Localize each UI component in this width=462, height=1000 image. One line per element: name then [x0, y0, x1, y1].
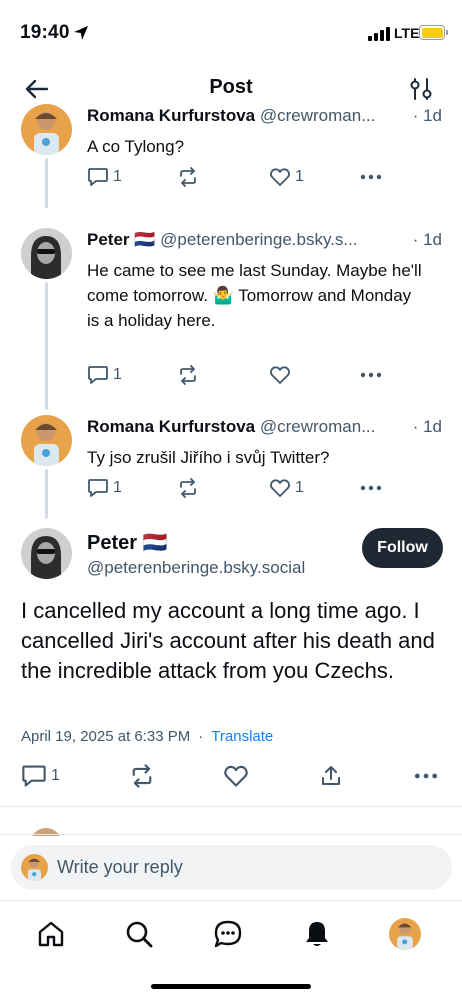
- action-row: 1 1: [87, 167, 387, 191]
- tab-bar: [0, 900, 462, 968]
- like-count: 1: [295, 168, 304, 185]
- home-icon: [38, 921, 64, 947]
- status-time: 19:40: [20, 22, 70, 43]
- repost-button[interactable]: [177, 365, 199, 385]
- reply-text: A co Tylong?: [87, 137, 185, 156]
- action-row: 1: [87, 365, 387, 389]
- reply-count: 1: [113, 366, 122, 383]
- reply-input-placeholder[interactable]: Write your reply: [57, 857, 183, 878]
- reply-count: 1: [113, 168, 122, 185]
- more-button[interactable]: [413, 764, 439, 788]
- follow-button[interactable]: Follow: [362, 528, 443, 568]
- post-meta: April 19, 2025 at 6:33 PM · Translate: [21, 728, 273, 745]
- like-count: 1: [295, 479, 304, 496]
- reply-composer[interactable]: Write your reply: [11, 845, 452, 890]
- sliders-icon[interactable]: [409, 76, 433, 102]
- avatar[interactable]: [21, 228, 72, 279]
- avatar[interactable]: [21, 104, 72, 155]
- like-button[interactable]: [223, 764, 249, 788]
- reply-button[interactable]: 1: [87, 365, 122, 385]
- avatar: [389, 918, 421, 950]
- repost-arrows-icon: [132, 764, 152, 788]
- repost-button[interactable]: [129, 764, 155, 788]
- reply-item[interactable]: Peter 🇳🇱 @peterenberinge.bsky.s... · 1d …: [0, 226, 462, 410]
- author-name[interactable]: Romana Kurfurstova: [87, 106, 255, 125]
- home-indicator: [151, 984, 311, 989]
- avatar[interactable]: [21, 528, 72, 579]
- ellipsis-icon: [360, 485, 382, 491]
- reply-count: 1: [113, 479, 122, 496]
- heart-icon: [270, 168, 290, 186]
- more-button[interactable]: [359, 167, 383, 187]
- network-type: LTE: [394, 25, 420, 41]
- post-time: · 1d: [406, 417, 442, 437]
- share-icon: [322, 766, 340, 785]
- more-button[interactable]: [359, 478, 383, 498]
- post-date: April 19, 2025 at 6:33 PM: [21, 728, 191, 745]
- reply-button[interactable]: 1: [21, 764, 60, 788]
- search-icon: [126, 921, 153, 948]
- tab-profile[interactable]: [388, 917, 422, 951]
- reply-item[interactable]: Romana Kurfurstova @crewroman... · 1d Ty…: [0, 413, 462, 523]
- author-handle[interactable]: @crewroman...: [260, 417, 376, 436]
- reply-item[interactable]: Romana Kurfurstova @crewroman... · 1d A …: [0, 102, 462, 208]
- action-row: 1 1: [87, 478, 387, 502]
- repost-arrows-icon: [180, 365, 196, 385]
- like-button[interactable]: 1: [269, 167, 304, 187]
- avatar: [21, 854, 48, 881]
- tab-search[interactable]: [122, 917, 156, 951]
- speech-bubble-icon: [22, 765, 46, 787]
- page-title: Post: [209, 76, 253, 98]
- reply-text: Ty jso zrušil Jiřího i svůj Twitter?: [87, 448, 330, 467]
- bell-icon: [306, 922, 328, 946]
- speech-bubble-icon: [88, 366, 108, 384]
- author-name[interactable]: Peter: [87, 230, 130, 249]
- like-button[interactable]: [269, 365, 291, 385]
- signal-icon: [368, 27, 390, 41]
- reply-button[interactable]: 1: [87, 478, 122, 498]
- flag-emoji: 🇳🇱: [134, 230, 156, 249]
- battery-icon: [419, 25, 445, 40]
- more-button[interactable]: [359, 365, 383, 385]
- post-time: · 1d: [406, 106, 442, 126]
- post-actions: 1: [21, 764, 441, 792]
- share-button[interactable]: [319, 764, 343, 788]
- repost-button[interactable]: [177, 167, 199, 187]
- divider: [0, 806, 462, 807]
- ellipsis-icon: [414, 773, 438, 779]
- reply-count: 1: [51, 767, 60, 784]
- location-arrow-icon: [74, 26, 88, 40]
- tab-notifications[interactable]: [300, 917, 334, 951]
- author-handle[interactable]: @peterenberinge.bsky.social: [87, 558, 305, 578]
- like-button[interactable]: 1: [269, 478, 304, 498]
- post-time: · 1d: [406, 230, 442, 250]
- divider: [0, 834, 462, 835]
- tab-chat[interactable]: [211, 917, 245, 951]
- reply-text: He came to see me last Sunday. Maybe he'…: [87, 261, 422, 330]
- speech-bubble-icon: [88, 168, 108, 186]
- repost-button[interactable]: [177, 478, 199, 498]
- ellipsis-icon: [360, 174, 382, 180]
- repost-arrows-icon: [180, 167, 196, 187]
- author-name[interactable]: Romana Kurfurstova: [87, 417, 255, 436]
- author-handle[interactable]: @crewroman...: [260, 106, 376, 125]
- status-bar: 19:40 LTE: [0, 0, 462, 62]
- repost-arrows-icon: [180, 478, 196, 498]
- author-name[interactable]: Peter: [87, 532, 137, 554]
- speech-bubble-icon: [88, 479, 108, 497]
- ellipsis-icon: [360, 372, 382, 378]
- heart-icon: [224, 765, 248, 787]
- tab-home[interactable]: [34, 917, 68, 951]
- meta-separator: ·: [198, 728, 204, 745]
- avatar[interactable]: [21, 415, 72, 466]
- flag-emoji: 🇳🇱: [142, 532, 168, 554]
- reply-button[interactable]: 1: [87, 167, 122, 187]
- chat-icon: [214, 920, 242, 948]
- post-text: I cancelled my account a long time ago. …: [21, 598, 435, 683]
- heart-icon: [270, 479, 290, 497]
- author-handle[interactable]: @peterenberinge.bsky.s...: [160, 230, 357, 249]
- heart-icon: [270, 366, 290, 384]
- translate-link[interactable]: Translate: [211, 728, 273, 745]
